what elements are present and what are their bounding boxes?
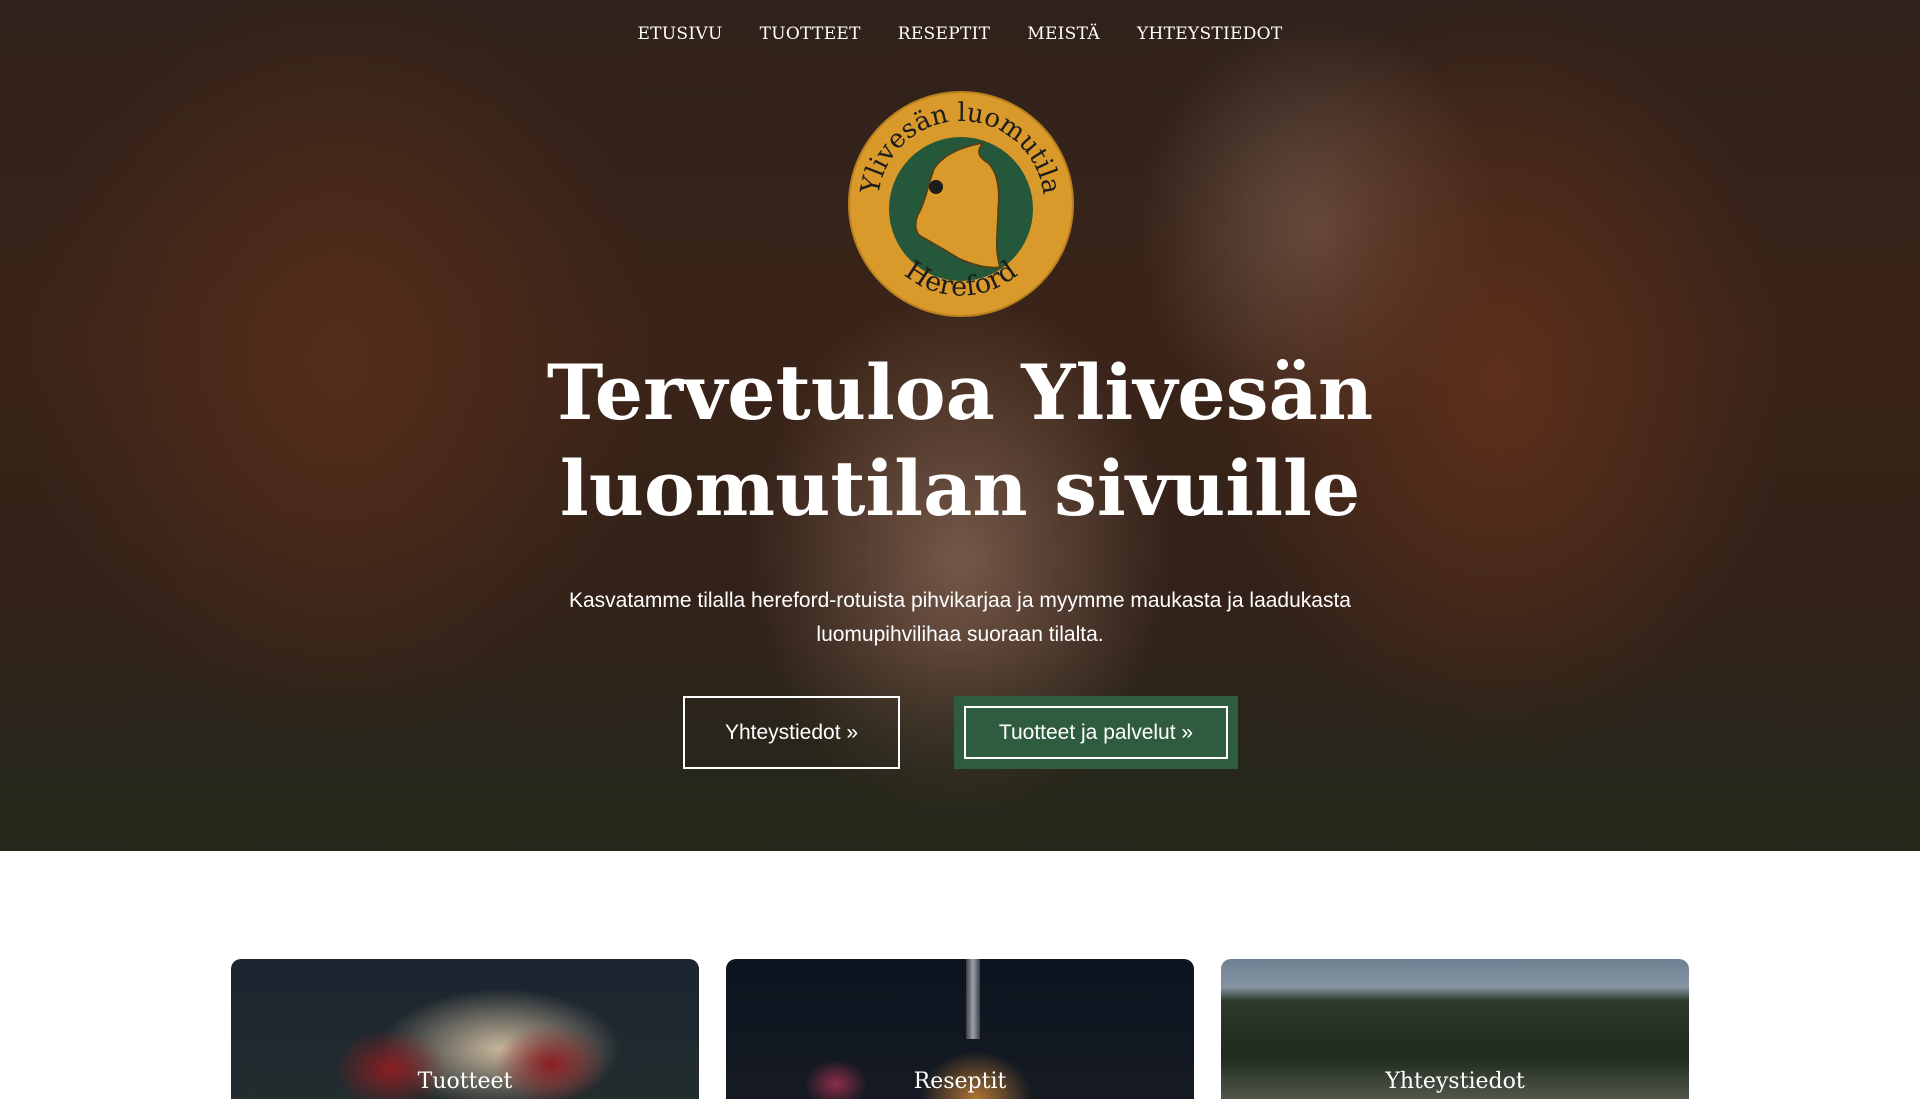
hero-section: ETUSIVU TUOTTEET RESEPTIT MEISTÄ YHTEYST… xyxy=(0,0,1920,851)
products-services-button[interactable]: Tuotteet ja palvelut » xyxy=(954,696,1238,769)
nav-item-reseptit[interactable]: RESEPTIT xyxy=(898,22,991,46)
card-products-label: Tuotteet xyxy=(417,1069,513,1094)
card-contact[interactable]: Yhteystiedot xyxy=(1221,959,1689,1099)
hero-title-line2: luomutilan sivuille xyxy=(559,444,1361,533)
farm-logo[interactable]: Ylivesän luomutila Hereford xyxy=(848,91,1074,317)
knife-image xyxy=(966,959,980,1039)
card-recipes[interactable]: Reseptit xyxy=(726,959,1194,1099)
products-services-button-label: Tuotteet ja palvelut » xyxy=(998,720,1194,744)
hero-lead-line2: luomupihvilihaa suoraan tilalta. xyxy=(816,623,1104,646)
contact-button[interactable]: Yhteystiedot » xyxy=(683,696,900,769)
nav-item-tuotteet[interactable]: TUOTTEET xyxy=(760,22,861,46)
hero-title-line1: Tervetuloa Ylivesän xyxy=(546,348,1374,437)
nav-item-yhteystiedot[interactable]: YHTEYSTIEDOT xyxy=(1137,22,1283,46)
contact-button-label: Yhteystiedot » xyxy=(724,720,859,744)
nav-item-etusivu[interactable]: ETUSIVU xyxy=(637,22,722,46)
card-products[interactable]: Tuotteet xyxy=(231,959,699,1099)
hero-lead: Kasvatamme tilalla hereford-rotuista pih… xyxy=(520,584,1400,652)
hero-title: Tervetuloa Ylivesän luomutilan sivuille xyxy=(460,345,1460,537)
main-nav: ETUSIVU TUOTTEET RESEPTIT MEISTÄ YHTEYST… xyxy=(0,22,1920,46)
hero-lead-line1: Kasvatamme tilalla hereford-rotuista pih… xyxy=(568,589,1351,612)
nav-item-meista[interactable]: MEISTÄ xyxy=(1027,22,1100,46)
card-contact-label: Yhteystiedot xyxy=(1385,1069,1525,1094)
card-recipes-label: Reseptit xyxy=(913,1069,1007,1094)
products-services-button-inner: Tuotteet ja palvelut » xyxy=(964,706,1228,759)
